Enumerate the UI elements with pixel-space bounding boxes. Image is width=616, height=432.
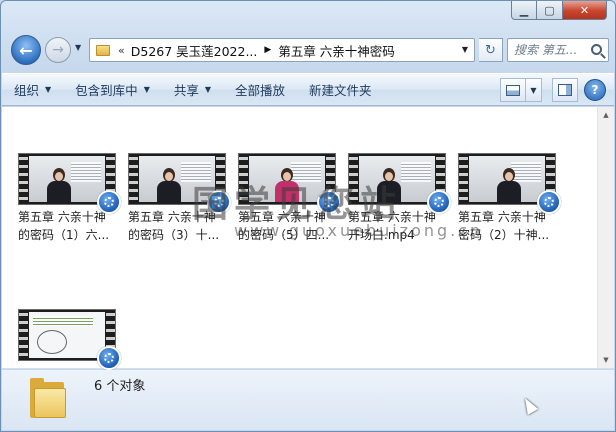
video-thumbnail [128,153,231,214]
share-menu[interactable]: 共享 ▼ [162,78,223,102]
breadcrumb-overflow[interactable]: « [118,44,125,57]
file-item[interactable] [18,309,122,370]
search-input[interactable] [514,43,590,57]
media-player-icon [97,346,121,370]
video-thumbnail [238,153,341,214]
include-in-library-menu[interactable]: 包含到库中 ▼ [63,78,162,102]
chevron-down-icon: ▼ [143,85,150,94]
close-button[interactable]: ✕ [563,1,607,20]
organize-label: 组织 [14,83,40,98]
media-player-icon [207,190,231,214]
file-item[interactable]: 第五章 六亲十神 的密码（1）六... [18,153,122,244]
caption-buttons: ▁ ▢ ✕ [511,1,607,20]
media-player-icon [537,190,561,214]
play-all-button[interactable]: 全部播放 [223,78,297,102]
navigation-bar: ← → ▼ « D5267 吴玉莲2022... ▶ 第五章 六亲十神密码 ▼ … [9,35,609,65]
view-options-dropdown[interactable]: ▼ [526,78,542,102]
preview-pane-button[interactable] [552,78,578,102]
media-player-icon [427,190,451,214]
change-view-button[interactable] [500,78,526,102]
video-thumbnail [348,153,451,214]
new-folder-button[interactable]: 新建文件夹 [297,78,384,102]
search-icon[interactable] [591,44,602,55]
maximize-button[interactable]: ▢ [537,1,563,20]
breadcrumb-separator-icon[interactable]: ▶ [264,45,271,55]
preview-pane-icon [558,84,572,96]
vertical-scrollbar[interactable]: ▲ ▼ [597,107,614,368]
chevron-down-icon: ▼ [45,85,52,94]
search-box[interactable] [507,38,609,62]
help-button[interactable]: ? [584,79,606,101]
address-bar[interactable]: « D5267 吴玉莲2022... ▶ 第五章 六亲十神密码 ▼ [89,38,475,62]
breadcrumb-current[interactable]: 第五章 六亲十神密码 [278,41,394,60]
address-dropdown-icon[interactable]: ▼ [462,45,468,54]
file-list[interactable]: 第五章 六亲十神的密码（1）六... 第五章 六亲十神的密码（3）十... [2,107,614,370]
minimize-button[interactable]: ▁ [511,1,537,20]
include-in-library-label: 包含到库中 [75,83,138,98]
forward-button[interactable]: → [45,37,71,63]
media-player-icon [317,190,341,214]
refresh-button[interactable]: ↻ [479,38,503,62]
scroll-up-icon[interactable]: ▲ [598,107,614,123]
command-bar: 组织 ▼ 包含到库中 ▼ 共享 ▼ 全部播放 新建文件夹 ▼ ? [2,73,614,106]
explorer-window: ▁ ▢ ✕ ← → ▼ « D5267 吴玉莲2022... ▶ 第五章 六亲十… [0,0,616,432]
view-icon [506,84,520,96]
back-button[interactable]: ← [11,35,41,65]
play-all-label: 全部播放 [235,83,286,98]
video-thumbnail [18,309,121,370]
share-label: 共享 [173,83,199,98]
breadcrumb-parent[interactable]: D5267 吴玉莲2022... [131,41,258,60]
folder-icon [96,44,110,56]
video-thumbnail [18,153,121,214]
new-folder-label: 新建文件夹 [309,83,372,98]
file-item[interactable]: 第五章 六亲十神 的密码（5）四... [238,153,342,244]
folder-icon [30,378,70,418]
chevron-down-icon: ▼ [204,85,212,94]
recent-pages-dropdown[interactable]: ▼ [75,43,81,52]
media-player-icon [97,190,121,214]
item-count: 6 个对象 [94,379,146,394]
file-item[interactable]: 第五章 六亲十神 密码（2）十神... [458,153,562,244]
video-thumbnail [458,153,561,214]
view-controls: ▼ ? [500,78,606,102]
file-item[interactable]: 第五章 六亲十神 开场白.mp4 [348,153,452,244]
organize-menu[interactable]: 组织 ▼ [2,78,63,102]
scroll-down-icon[interactable]: ▼ [598,352,614,368]
file-item[interactable]: 第五章 六亲十神 的密码（3）十... [128,153,232,244]
